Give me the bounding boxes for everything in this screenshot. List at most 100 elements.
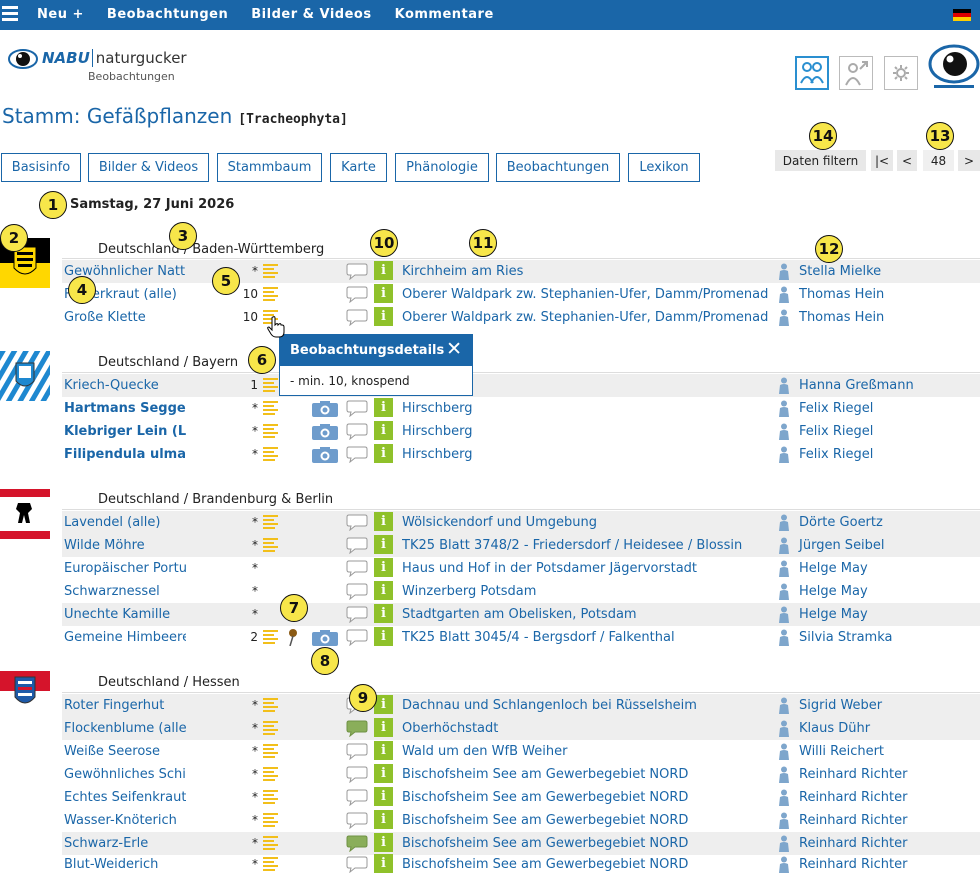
observer-link[interactable]: Stella Mielke (799, 264, 881, 279)
camera-icon[interactable] (312, 401, 338, 417)
info-icon[interactable]: i (374, 512, 393, 531)
species-link[interactable]: Kriech-Quecke (64, 378, 186, 393)
info-icon[interactable]: i (374, 854, 393, 873)
species-link[interactable]: Flockenblume (alle (64, 721, 186, 736)
location-link[interactable]: Wölsickendorf und Umgebung (402, 515, 774, 530)
comment-icon[interactable] (346, 445, 368, 463)
comment-icon[interactable] (346, 559, 368, 577)
comment-icon[interactable] (346, 285, 368, 303)
comment-icon[interactable] (346, 399, 368, 417)
details-icon[interactable] (263, 790, 278, 804)
species-link[interactable]: Lavendel (alle) (64, 515, 186, 530)
tab-lexicon[interactable]: Lexikon (628, 153, 700, 182)
comment-filled-icon[interactable] (346, 834, 368, 852)
species-link[interactable]: Weiße Seerose (64, 744, 186, 759)
details-icon[interactable] (263, 264, 278, 278)
comment-icon[interactable] (346, 422, 368, 440)
observer-link[interactable]: Silvia Stramka (799, 630, 892, 645)
species-link[interactable]: Filipendula ulma (64, 447, 186, 462)
hamburger-menu-icon[interactable] (2, 6, 18, 22)
info-icon[interactable]: i (374, 833, 393, 852)
community-icon[interactable] (795, 56, 829, 90)
camera-icon[interactable] (312, 447, 338, 463)
observer-link[interactable]: Klaus Dühr (799, 721, 870, 736)
location-link[interactable]: Bischofsheim See am Gewerbegebiet NORD (402, 813, 774, 828)
comment-icon[interactable] (346, 536, 368, 554)
species-link[interactable]: Schwarznessel (64, 584, 186, 599)
info-icon[interactable]: i (374, 535, 393, 554)
page-number[interactable]: 48 (923, 150, 954, 171)
comment-icon[interactable] (346, 742, 368, 760)
details-icon[interactable] (263, 744, 278, 758)
location-link[interactable]: Bischofsheim See am Gewerbegebiet NORD (402, 836, 774, 851)
info-icon[interactable]: i (374, 718, 393, 737)
info-icon[interactable]: i (374, 627, 393, 646)
location-link[interactable]: TK25 Blatt 3045/4 - Bergsdorf / Falkenth… (402, 630, 774, 645)
details-icon[interactable] (263, 515, 278, 529)
nav-new[interactable]: Neu + (37, 7, 84, 22)
species-link[interactable]: Europäischer Portu (64, 561, 186, 576)
details-icon[interactable] (263, 401, 278, 415)
details-icon[interactable] (263, 698, 278, 712)
location-link[interactable]: Stadtgarten am Obelisken, Potsdam (402, 607, 774, 622)
comment-filled-icon[interactable] (346, 719, 368, 737)
location-link[interactable]: Hirschberg (402, 447, 774, 462)
comment-icon[interactable] (346, 811, 368, 829)
observer-link[interactable]: Thomas Hein (799, 310, 884, 325)
details-icon[interactable] (263, 424, 278, 438)
location-link[interactable]: Kirchheim am Ries (402, 264, 774, 279)
location-link[interactable]: Dachnau und Schlangenloch bei Rüsselshei… (402, 698, 774, 713)
previous-page-button[interactable]: < (897, 150, 917, 171)
location-link[interactable]: Oberer Waldpark zw. Stephanien-Ufer, Dam… (402, 287, 774, 302)
location-link[interactable]: Oberhöchstadt (402, 721, 774, 736)
details-icon[interactable] (263, 721, 278, 735)
info-icon[interactable]: i (374, 787, 393, 806)
species-link[interactable]: Gewöhnliches Schi (64, 767, 186, 782)
observer-link[interactable]: Reinhard Richter (799, 767, 907, 782)
camera-icon[interactable] (312, 424, 338, 440)
details-icon[interactable] (263, 857, 278, 871)
details-icon[interactable] (263, 287, 278, 301)
next-page-button[interactable]: > (958, 150, 980, 171)
details-icon[interactable] (263, 836, 278, 850)
observer-link[interactable]: Helge May (799, 561, 868, 576)
species-link[interactable]: Klebriger Lein (L (64, 424, 186, 439)
info-icon[interactable]: i (374, 581, 393, 600)
species-link[interactable]: Große Klette (64, 310, 186, 325)
info-icon[interactable]: i (374, 764, 393, 783)
first-page-button[interactable]: |< (871, 150, 893, 171)
comment-icon[interactable] (346, 262, 368, 280)
observer-link[interactable]: Helge May (799, 607, 868, 622)
location-link[interactable]: Haus und Hof in der Potsdamer Jägervorst… (402, 561, 774, 576)
info-icon[interactable]: i (374, 398, 393, 417)
observer-link[interactable]: Felix Riegel (799, 424, 873, 439)
species-link[interactable]: Blut-Weiderich (64, 857, 186, 872)
comment-icon[interactable] (346, 582, 368, 600)
info-icon[interactable]: i (374, 604, 393, 623)
comment-icon[interactable] (346, 765, 368, 783)
details-icon[interactable] (263, 813, 278, 827)
info-icon[interactable]: i (374, 261, 393, 280)
map-pin-icon[interactable] (288, 629, 298, 646)
settings-gear-icon[interactable] (884, 56, 918, 90)
tab-basisinfo[interactable]: Basisinfo (1, 153, 81, 182)
observer-link[interactable]: Sigrid Weber (799, 698, 882, 713)
comment-icon[interactable] (346, 308, 368, 326)
observer-link[interactable]: Helge May (799, 584, 868, 599)
info-icon[interactable]: i (374, 421, 393, 440)
filter-data-button[interactable]: Daten filtern (775, 150, 866, 171)
nav-comments[interactable]: Kommentare (395, 7, 494, 22)
tab-images-videos[interactable]: Bilder & Videos (88, 153, 209, 182)
location-link[interactable]: Hirschberg (402, 424, 774, 439)
comment-icon[interactable] (346, 855, 368, 873)
profile-share-icon[interactable] (839, 56, 873, 90)
comment-icon[interactable] (346, 513, 368, 531)
details-icon[interactable] (263, 538, 278, 552)
naturgucker-eye-icon[interactable] (928, 40, 980, 92)
observer-link[interactable]: Dörte Goertz (799, 515, 883, 530)
observer-link[interactable]: Jürgen Seibel (799, 538, 885, 553)
location-link[interactable]: Bischofsheim See am Gewerbegebiet NORD (402, 767, 774, 782)
location-link[interactable]: TK25 Blatt 3748/2 - Friedersdorf / Heide… (402, 538, 774, 553)
tab-phenology[interactable]: Phänologie (395, 153, 489, 182)
species-link[interactable]: Roter Fingerhut (64, 698, 186, 713)
